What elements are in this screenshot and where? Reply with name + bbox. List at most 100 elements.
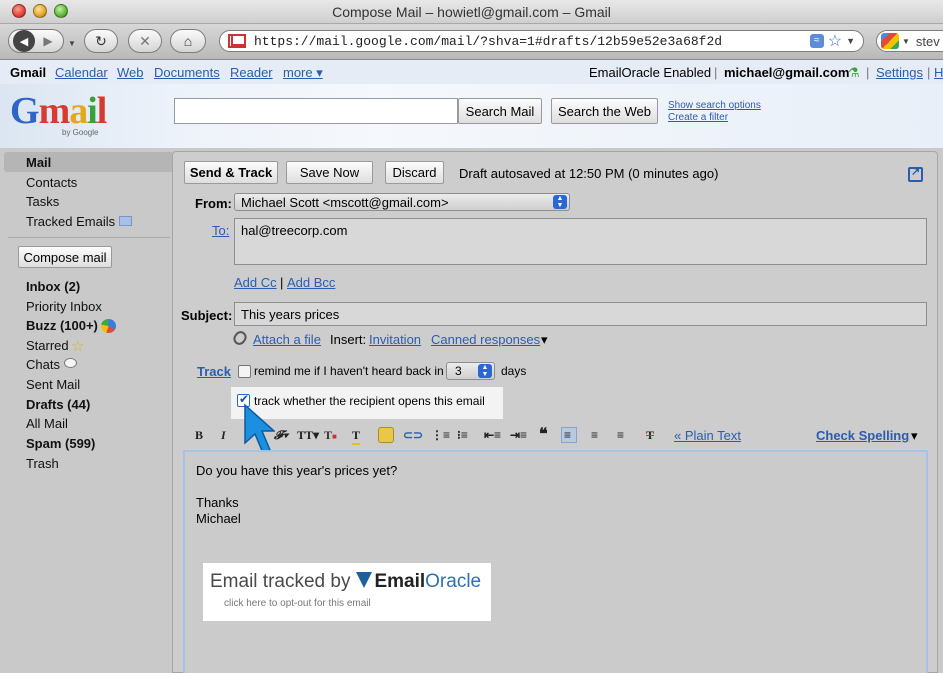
invitation-link[interactable]: Invitation (369, 332, 421, 347)
indent-more-icon[interactable]: ⇥≡ (510, 428, 527, 442)
forward-arrow-icon[interactable]: ▶ (37, 30, 59, 52)
canned-dropdown-icon[interactable]: ▾ (541, 332, 548, 348)
add-bcc-link[interactable]: Add Bcc (287, 275, 335, 290)
check-spelling-dropdown-icon[interactable]: ▾ (911, 428, 918, 444)
nav-starred[interactable]: Starred (26, 338, 69, 353)
url-dropdown-icon[interactable]: ▼ (846, 36, 855, 46)
gbar-gmail: Gmail (10, 65, 47, 80)
gmail-logo[interactable]: Gmail (10, 92, 107, 130)
numbered-list-icon[interactable]: ⋮≡ (431, 428, 450, 442)
nav-trash[interactable]: Trash (26, 456, 59, 471)
link-icon[interactable]: ⊂⊃ (403, 428, 423, 442)
body-line-1: Do you have this year's prices yet? (196, 463, 398, 478)
search-mail-button[interactable]: Search Mail (458, 98, 542, 124)
discard-button[interactable]: Discard (385, 161, 444, 184)
subject-label: Subject: (181, 308, 233, 323)
body-line-2: Thanks (196, 495, 239, 510)
from-select[interactable]: Michael Scott <mscott@gmail.com> ▲ ▼ (234, 193, 570, 211)
gbar-more-link[interactable]: more ▾ (283, 65, 323, 81)
emailoracle-status: EmailOracle Enabled (589, 65, 712, 80)
font-icon[interactable]: 𝓕▾ (274, 428, 288, 443)
show-search-options-link[interactable]: Show search options (668, 100, 761, 111)
opt-out-text[interactable]: click here to opt-out for this email (224, 598, 371, 609)
text-color-icon[interactable]: T■ (324, 428, 337, 443)
remind-checkbox[interactable] (238, 365, 251, 378)
stop-button[interactable]: ✕ (128, 29, 162, 53)
track-opens-text: track whether the recipient opens this e… (254, 394, 485, 408)
mail-search-input[interactable] (174, 98, 458, 124)
history-dropdown-icon[interactable]: ▼ (68, 39, 76, 48)
bold-icon[interactable]: B (195, 428, 203, 443)
mouse-pointer-icon (244, 403, 275, 454)
align-right-icon[interactable]: ≡ (617, 428, 624, 442)
message-body-editor[interactable] (183, 450, 928, 673)
indent-less-icon[interactable]: ⇤≡ (484, 428, 501, 442)
bookmark-star-icon[interactable]: ☆ (828, 31, 842, 51)
nav-buzz[interactable]: Buzz (100+) (26, 318, 98, 333)
buzz-icon (101, 319, 116, 333)
back-arrow-icon[interactable]: ◀ (13, 30, 35, 52)
gbar-documents-link[interactable]: Documents (154, 65, 220, 80)
stop-icon: ✕ (139, 32, 151, 49)
nav-chats[interactable]: Chats (26, 357, 60, 372)
attach-file-link[interactable]: Attach a file (253, 332, 321, 347)
body-line-3: Michael (196, 511, 241, 526)
check-spelling-link[interactable]: Check Spelling (816, 428, 909, 443)
emoticon-icon[interactable] (378, 427, 394, 443)
home-button[interactable]: ⌂ (170, 29, 206, 53)
nav-all-mail[interactable]: All Mail (26, 416, 68, 431)
rss-feed-icon[interactable]: ≈ (809, 34, 824, 48)
font-size-icon[interactable]: TT▾ (297, 428, 319, 443)
remind-days-value: 3 (455, 364, 462, 378)
nav-sent-mail[interactable]: Sent Mail (26, 377, 80, 392)
nav-priority-inbox[interactable]: Priority Inbox (26, 299, 102, 314)
sig-prefix: Email tracked by (210, 571, 351, 592)
browser-search-text[interactable]: stev (916, 34, 940, 49)
highlight-icon[interactable]: T (352, 428, 361, 445)
nav-contacts[interactable]: Contacts (26, 175, 77, 190)
gbar-calendar-link[interactable]: Calendar (55, 65, 108, 80)
to-field[interactable]: hal@treecorp.com (234, 218, 927, 265)
send-track-button[interactable]: Send & Track (184, 161, 278, 184)
compose-mail-button[interactable]: Compose mail (18, 246, 112, 268)
nav-spam[interactable]: Spam (599) (26, 436, 95, 451)
to-label-link[interactable]: To: (212, 223, 229, 238)
nav-drafts[interactable]: Drafts (44) (26, 397, 90, 412)
reload-button[interactable]: ↻ (84, 29, 118, 53)
nav-tracked-emails[interactable]: Tracked Emails (26, 214, 115, 229)
subject-field[interactable]: This years prices (234, 302, 927, 326)
align-center-icon[interactable]: ≡ (591, 428, 598, 442)
browser-search-box[interactable]: ▼ stev (876, 30, 943, 52)
quote-icon[interactable]: ❝ (539, 424, 548, 444)
bullet-list-icon[interactable]: ⁝≡ (457, 428, 468, 442)
create-filter-link[interactable]: Create a filter (668, 112, 728, 123)
address-bar[interactable]: https://mail.google.com/mail/?shva=1#dra… (219, 30, 864, 52)
track-link[interactable]: Track (197, 364, 231, 379)
gbar-web-link[interactable]: Web (117, 65, 144, 80)
canned-responses-link[interactable]: Canned responses (431, 332, 540, 347)
italic-icon[interactable]: I (221, 428, 226, 443)
settings-link[interactable]: Settings (876, 65, 923, 80)
gbar-reader-link[interactable]: Reader (230, 65, 273, 80)
popout-window-icon[interactable] (908, 165, 923, 182)
search-engine-dropdown-icon[interactable]: ▼ (902, 37, 910, 46)
save-now-button[interactable]: Save Now (286, 161, 373, 184)
labs-flask-icon[interactable]: ⚗ (848, 65, 860, 81)
nav-tasks[interactable]: Tasks (26, 194, 59, 209)
search-web-button[interactable]: Search the Web (551, 98, 658, 124)
remove-formatting-icon[interactable]: T (646, 428, 654, 443)
autosave-status: Draft autosaved at 12:50 PM (0 minutes a… (459, 166, 719, 181)
align-left-icon: ≡ (564, 428, 572, 442)
plain-text-link[interactable]: « Plain Text (674, 428, 741, 443)
help-link[interactable]: H (934, 65, 943, 80)
nav-mail[interactable]: Mail (26, 155, 51, 170)
emailoracle-logo-icon (356, 572, 373, 588)
star-icon: ☆ (71, 338, 85, 355)
browser-toolbar: ◀ ▶ ▼ ↻ ✕ ⌂ https://mail.google.com/mail… (0, 24, 943, 60)
days-select-arrows-icon: ▲ ▼ (478, 364, 492, 378)
nav-inbox[interactable]: Inbox (2) (26, 279, 80, 294)
add-cc-link[interactable]: Add Cc (234, 275, 277, 290)
remind-days-select[interactable]: 3 ▲ ▼ (446, 362, 495, 380)
select-arrows-icon: ▲ ▼ (553, 195, 567, 209)
url-text[interactable]: https://mail.google.com/mail/?shva=1#dra… (254, 34, 810, 49)
